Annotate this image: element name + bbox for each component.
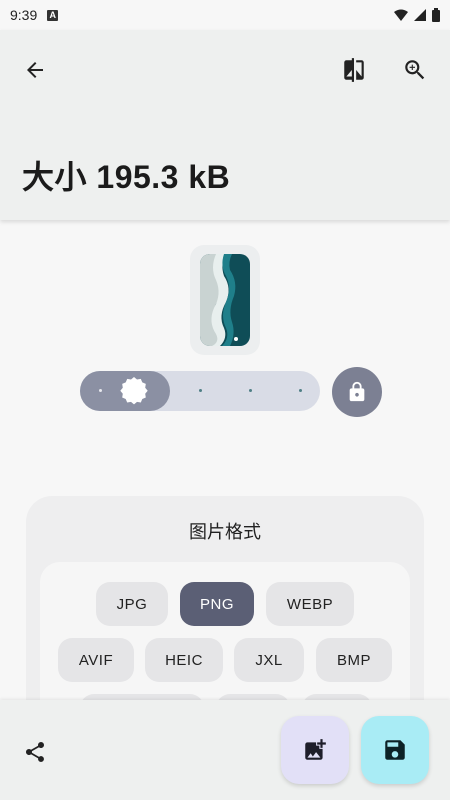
save-button[interactable] — [361, 716, 429, 784]
slider-step-dot — [98, 389, 102, 392]
status-bar: 9:39 A — [0, 0, 450, 30]
top-app-bar: 大小 195.3 kB — [0, 30, 450, 220]
slider-step-dot — [298, 389, 302, 392]
slider-step-dot — [248, 389, 252, 392]
format-chip-jpg[interactable]: JPG — [96, 582, 168, 626]
status-time: 9:39 — [10, 7, 38, 23]
zoom-button[interactable] — [395, 50, 435, 90]
battery-icon — [432, 8, 440, 22]
image-format-title: 图片格式 — [189, 522, 261, 542]
slider-thumb[interactable] — [118, 375, 150, 407]
back-button[interactable] — [15, 50, 55, 90]
compare-icon — [344, 58, 364, 82]
share-icon — [25, 742, 45, 762]
format-chip-heic[interactable]: HEIC — [145, 638, 223, 682]
share-button[interactable] — [15, 732, 55, 772]
quality-slider[interactable] — [80, 371, 320, 411]
save-icon — [385, 740, 405, 760]
format-chip-webp[interactable]: WEBP — [266, 582, 354, 626]
image-size-title: 大小 195.3 kB — [22, 159, 231, 195]
format-chip-jxl[interactable]: JXL — [234, 638, 304, 682]
signal-icon — [414, 9, 426, 21]
lock-button[interactable] — [332, 367, 382, 417]
format-chip-bmp[interactable]: BMP — [316, 638, 392, 682]
notification-badge: A — [47, 9, 59, 21]
slider-step-dot — [198, 389, 202, 392]
format-chip-avif[interactable]: AVIF — [58, 638, 134, 682]
arrow-back-icon — [27, 62, 43, 78]
image-preview — [200, 254, 250, 346]
wifi-icon — [394, 9, 408, 21]
image-preview-card[interactable] — [190, 245, 260, 355]
zoom-in-icon — [405, 60, 425, 80]
format-chip-png[interactable]: PNG — [180, 582, 254, 626]
add-photo-icon — [305, 739, 326, 760]
status-icons — [394, 8, 440, 22]
add-image-button[interactable] — [281, 716, 349, 784]
compare-button[interactable] — [334, 50, 374, 90]
lock-icon — [349, 381, 365, 402]
image-format-card: 图片格式 JPG PNG WEBP AVIF HEIC JXL BMP — [26, 496, 424, 738]
